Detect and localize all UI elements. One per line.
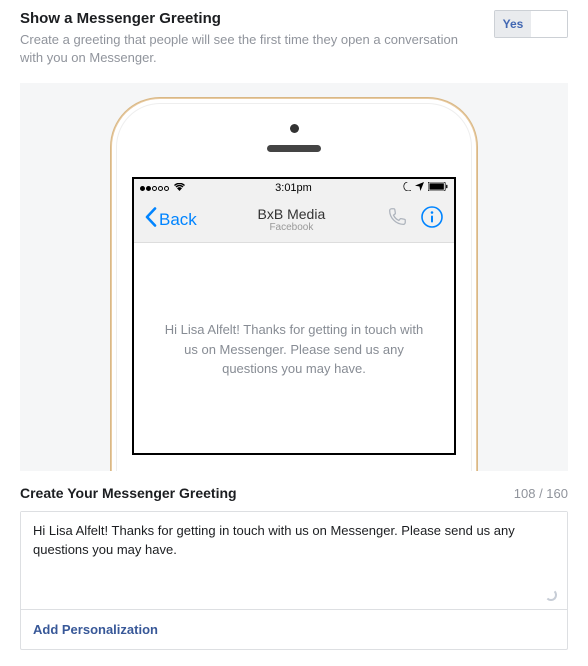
greeting-toggle[interactable]: Yes [494,10,568,38]
editor-box: Add Personalization [20,511,568,650]
editor-title: Create Your Messenger Greeting [20,485,237,501]
toggle-yes[interactable]: Yes [495,11,531,37]
section-subtitle: Create a greeting that people will see t… [20,31,474,67]
greeting-textarea[interactable] [21,512,567,604]
add-personalization-button[interactable]: Add Personalization [21,609,567,649]
phone-preview-area: 3:01pm [20,83,568,471]
toggle-no[interactable] [531,11,567,37]
section-title: Show a Messenger Greeting [20,10,474,27]
phone-mockup: 3:01pm [112,99,476,471]
char-count: 108 / 160 [514,486,568,501]
